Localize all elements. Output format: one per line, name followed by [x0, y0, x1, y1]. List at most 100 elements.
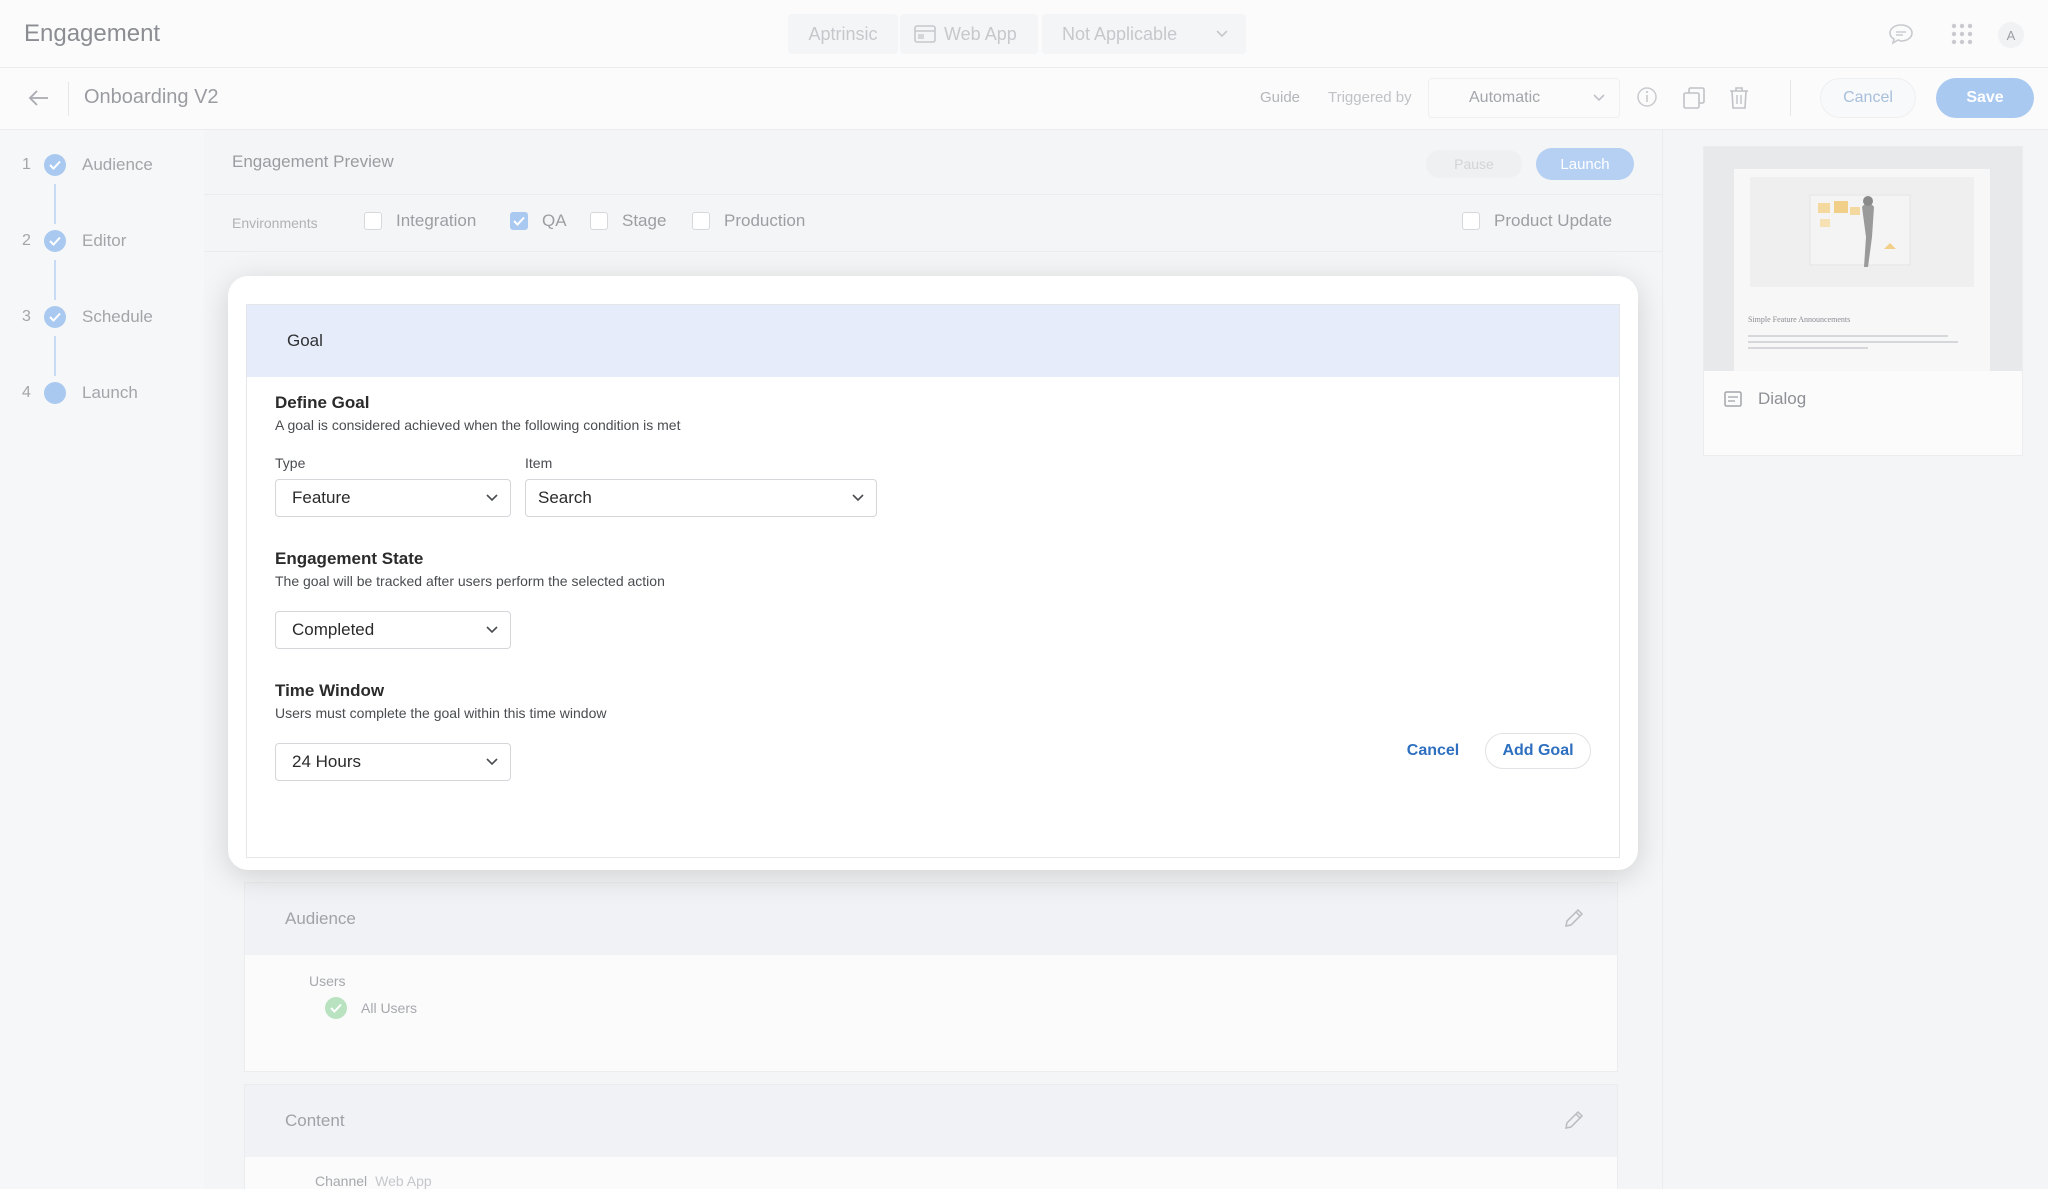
- environment-dropdown[interactable]: Not Applicable: [1042, 14, 1246, 54]
- app-type-selector[interactable]: Web App: [900, 14, 1038, 54]
- product-selector[interactable]: Aptrinsic: [788, 14, 898, 54]
- environments-row: Environments Integration QA Stage Produc…: [204, 194, 1662, 252]
- product-update-label: Product Update: [1494, 211, 1613, 230]
- audience-card-title: Audience: [285, 909, 356, 928]
- chevron-down-icon: [486, 758, 498, 766]
- engagement-state-title: Engagement State: [275, 549, 424, 568]
- channel-row: Channel Web App: [315, 1173, 432, 1189]
- env-qa[interactable]: QA: [510, 211, 567, 231]
- top-bar: Engagement Aptrinsic Web App Not Applica…: [0, 0, 2048, 68]
- time-window-dropdown[interactable]: 24 Hours: [275, 743, 511, 781]
- guide-label: Guide: [1260, 89, 1301, 106]
- step-label: Audience: [82, 155, 153, 174]
- item-label: Item: [525, 455, 553, 471]
- step-navigator: 1 Audience 2 Editor 3 Schedule 4 Launch: [0, 130, 204, 1189]
- content-card-header: Content: [245, 1085, 1617, 1157]
- step-schedule[interactable]: 3 Schedule: [0, 297, 204, 337]
- env-integration[interactable]: Integration: [364, 211, 476, 231]
- product-update-option[interactable]: Product Update: [1462, 211, 1612, 231]
- checkbox[interactable]: [1462, 212, 1480, 230]
- step-audience[interactable]: 1 Audience: [0, 145, 204, 185]
- thumbnail-text-line: [1748, 347, 1868, 349]
- user-avatar[interactable]: A: [1998, 22, 2024, 48]
- thumbnail-text-line: [1748, 341, 1958, 343]
- environments-label: Environments: [232, 215, 318, 231]
- channel-value: Web App: [375, 1173, 432, 1189]
- env-stage[interactable]: Stage: [590, 211, 666, 231]
- chevron-down-icon: [486, 626, 498, 634]
- checkbox[interactable]: [692, 212, 710, 230]
- type-label: Type: [275, 455, 306, 471]
- checkbox[interactable]: [364, 212, 382, 230]
- step-connector: [54, 260, 56, 300]
- chevron-down-icon: [1593, 94, 1605, 102]
- trigger-dropdown[interactable]: Automatic: [1428, 78, 1620, 118]
- duplicate-icon[interactable]: [1682, 86, 1706, 110]
- environment-dropdown-value: Not Applicable: [1062, 23, 1178, 44]
- env-label: Integration: [396, 211, 477, 230]
- goal-modal: Goal Define Goal A goal is considered ac…: [228, 276, 1638, 870]
- step-connector: [54, 184, 56, 224]
- type-dropdown[interactable]: Feature: [275, 479, 511, 517]
- back-arrow-icon[interactable]: [28, 88, 50, 108]
- engagement-state-value: Completed: [292, 620, 375, 639]
- app-type-label: Web App: [944, 23, 1017, 44]
- chat-icon[interactable]: [1888, 22, 1914, 46]
- content-card: Content Channel Web App: [244, 1084, 1618, 1189]
- define-goal-description: A goal is considered achieved when the f…: [275, 417, 681, 433]
- audience-card-header: Audience: [245, 883, 1617, 955]
- thumbnail-illustration: [1750, 177, 1974, 287]
- add-goal-button[interactable]: Add Goal: [1485, 733, 1591, 769]
- template-type-label: Dialog: [1758, 389, 1807, 408]
- step-editor[interactable]: 2 Editor: [0, 221, 204, 261]
- step-label: Schedule: [82, 307, 153, 326]
- engagement-state-description: The goal will be tracked after users per…: [275, 573, 665, 589]
- time-window-value: 24 Hours: [292, 752, 361, 771]
- env-label: Stage: [622, 211, 667, 230]
- step-number: 1: [22, 156, 31, 173]
- goal-form: Goal Define Goal A goal is considered ac…: [246, 304, 1620, 858]
- step-label: Editor: [82, 231, 127, 250]
- product-label: Aptrinsic: [808, 23, 878, 44]
- launch-button[interactable]: Launch: [1536, 148, 1634, 180]
- step-check-icon: [44, 230, 66, 252]
- env-production[interactable]: Production: [692, 211, 805, 231]
- step-number: 3: [22, 308, 31, 325]
- checkbox-checked[interactable]: [510, 212, 528, 230]
- time-window-title: Time Window: [275, 681, 385, 700]
- chevron-down-icon: [852, 494, 864, 502]
- apps-grid-icon[interactable]: [1950, 22, 1974, 46]
- content-card-title: Content: [285, 1111, 345, 1130]
- step-connector: [54, 336, 56, 376]
- all-users-label: All Users: [361, 1000, 418, 1016]
- template-thumbnail-card[interactable]: Simple Feature Announcements Dialog: [1703, 146, 2023, 456]
- cancel-button[interactable]: Cancel: [1820, 78, 1916, 118]
- goal-cancel-button[interactable]: Cancel: [1393, 733, 1473, 769]
- preview-header: Engagement Preview Pause Launch: [204, 130, 1662, 194]
- info-icon[interactable]: [1636, 86, 1658, 108]
- dialog-icon: [1724, 391, 1742, 407]
- step-check-icon: [44, 154, 66, 176]
- header-divider: [1790, 80, 1791, 116]
- app-title: Engagement: [24, 20, 161, 47]
- save-button[interactable]: Save: [1936, 78, 2034, 118]
- thumbnail-text-line: [1748, 335, 1948, 337]
- triggered-by-label: Triggered by: [1328, 89, 1412, 106]
- chevron-down-icon: [1216, 30, 1228, 38]
- check-circle-icon: [325, 997, 347, 1019]
- step-launch[interactable]: 4 Launch: [0, 373, 204, 413]
- step-label: Launch: [82, 383, 138, 402]
- pause-button[interactable]: Pause: [1426, 150, 1522, 178]
- trash-icon[interactable]: [1728, 86, 1750, 110]
- checkbox[interactable]: [590, 212, 608, 230]
- chevron-down-icon: [486, 494, 498, 502]
- pencil-icon[interactable]: [1563, 907, 1585, 929]
- engagement-state-dropdown[interactable]: Completed: [275, 611, 511, 649]
- item-dropdown[interactable]: Search: [525, 479, 877, 517]
- env-label: QA: [542, 211, 567, 230]
- header-divider: [68, 82, 69, 116]
- all-users-item: All Users: [325, 997, 417, 1019]
- step-number: 2: [22, 232, 31, 249]
- pencil-icon[interactable]: [1563, 1109, 1585, 1131]
- step-number: 4: [22, 384, 31, 401]
